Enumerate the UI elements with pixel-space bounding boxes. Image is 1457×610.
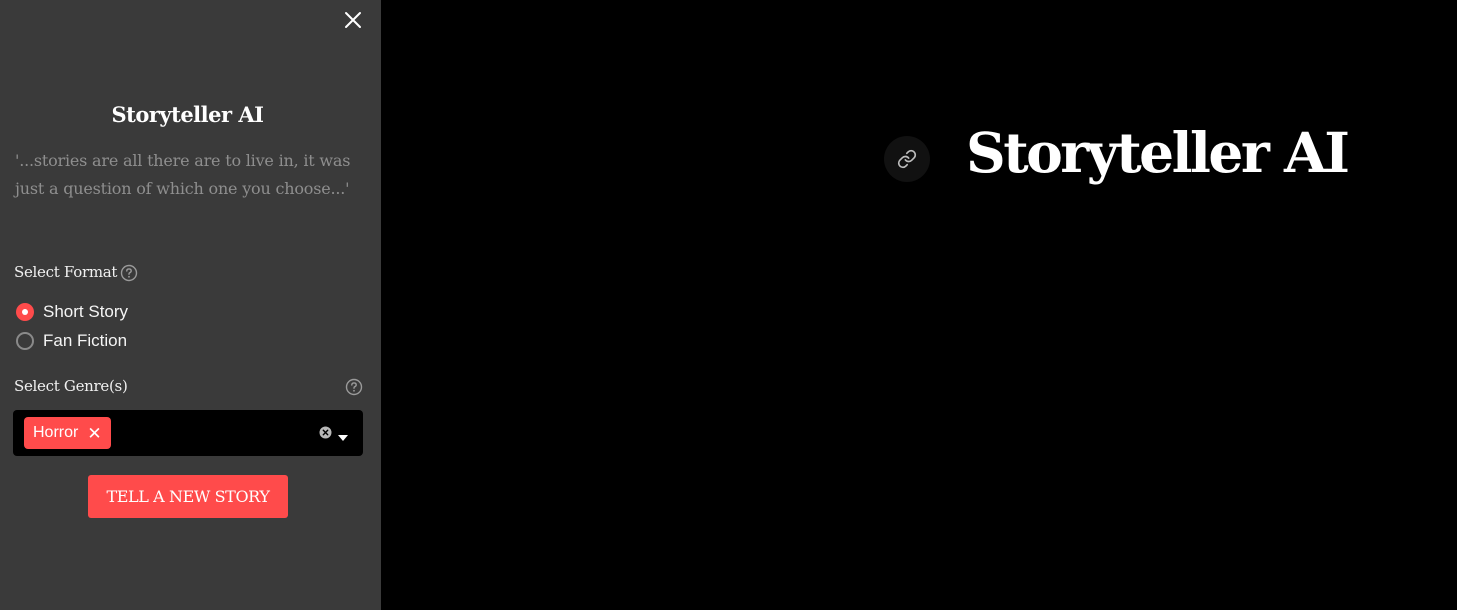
caret-down-icon <box>338 435 348 441</box>
tag-remove-icon[interactable]: ✕ <box>87 425 101 442</box>
format-help-button[interactable] <box>120 264 138 287</box>
title-anchor-link-button[interactable] <box>884 136 930 182</box>
format-option-fan-fiction[interactable]: Fan Fiction <box>16 330 127 352</box>
help-circle-icon <box>345 378 363 396</box>
genre-help-button[interactable] <box>345 378 363 401</box>
clear-selection-button[interactable] <box>319 426 332 444</box>
genre-tag: Horror ✕ <box>24 417 111 449</box>
page-title: Storyteller AI <box>966 120 1350 185</box>
tagline-quote: '...stories are all there are to live in… <box>15 151 351 198</box>
format-option-label: Short Story <box>43 302 129 321</box>
format-option-label: Fan Fiction <box>43 331 128 350</box>
radio-selected[interactable] <box>16 303 34 321</box>
radio-unselected[interactable] <box>16 332 34 350</box>
sidebar-title: Storyteller AI <box>111 102 264 127</box>
clear-circle-icon <box>319 426 332 439</box>
format-label: Select Format <box>14 263 118 281</box>
tell-new-story-button[interactable]: TELL A NEW STORY <box>88 475 288 518</box>
help-circle-icon <box>120 264 138 282</box>
link-icon <box>897 149 917 169</box>
genre-label: Select Genre(s) <box>14 377 128 395</box>
format-option-short-story[interactable]: Short Story <box>16 301 128 323</box>
genre-tag-label: Horror <box>33 424 79 441</box>
close-sidebar-button[interactable] <box>341 8 365 32</box>
genre-multiselect[interactable]: Horror ✕ <box>13 410 363 456</box>
sidebar: Storyteller AI '...stories are all there… <box>0 0 381 610</box>
close-icon <box>345 12 361 28</box>
dropdown-toggle[interactable] <box>338 429 348 447</box>
